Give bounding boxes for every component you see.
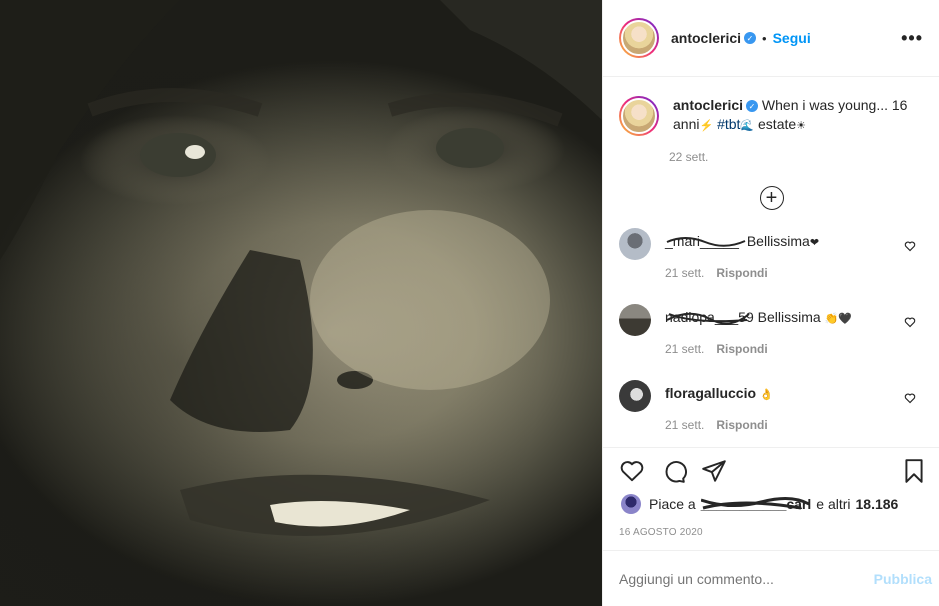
post-date[interactable]: 16 agosto 2020 bbox=[619, 527, 703, 538]
comment-like-heart-icon[interactable] bbox=[904, 316, 916, 328]
commenter-username[interactable]: floragalluccio bbox=[665, 385, 756, 401]
comment-time[interactable]: 21 sett. bbox=[665, 342, 704, 356]
post-comment-button[interactable]: Pubblica bbox=[874, 571, 932, 587]
liker-username-redacted[interactable]: ___________carl bbox=[700, 496, 811, 512]
caption-text: antoclerici ✓ When i was young... 16 anni… bbox=[673, 96, 918, 136]
redaction-scribble bbox=[666, 237, 746, 247]
caption-body-end: estate bbox=[754, 116, 797, 132]
follow-button[interactable]: Segui bbox=[773, 30, 811, 46]
reply-button[interactable]: Rispondi bbox=[716, 266, 767, 280]
author-avatar[interactable] bbox=[619, 18, 659, 58]
wave-emoji: 🌊 bbox=[740, 120, 755, 132]
load-more-comments[interactable]: + bbox=[603, 186, 939, 210]
separator-dot: • bbox=[762, 30, 767, 46]
post-photo[interactable] bbox=[0, 0, 602, 606]
comments-area[interactable]: antoclerici ✓ When i was young... 16 anni… bbox=[603, 78, 939, 448]
comment-time[interactable]: 21 sett. bbox=[665, 418, 704, 432]
likes-prefix: Piace a bbox=[649, 496, 696, 512]
caption-username[interactable]: antoclerici bbox=[673, 97, 743, 113]
comment-like-heart-icon[interactable] bbox=[904, 240, 916, 252]
redaction-scribble bbox=[700, 497, 810, 510]
sun-emoji: ☀ bbox=[796, 120, 807, 132]
verified-badge-icon: ✓ bbox=[744, 32, 757, 44]
caption-time[interactable]: 22 sett. bbox=[669, 150, 939, 164]
instagram-post-modal: antoclerici ✓ • Segui ••• antoclerici ✓ W… bbox=[0, 0, 939, 606]
comment-item: nadiopa___59 Bellissima 👏🖤 21 sett. Rispo… bbox=[603, 304, 939, 358]
author-username[interactable]: antoclerici bbox=[671, 30, 741, 46]
caption-avatar[interactable] bbox=[619, 96, 659, 136]
comment-item: floragalluccio 👌 21 sett. Rispondi bbox=[603, 380, 939, 434]
commenter-avatar[interactable] bbox=[619, 380, 651, 412]
comment-item: _mari_____ Bellissima❤ 21 sett. Rispondi bbox=[603, 228, 939, 282]
post-header: antoclerici ✓ • Segui ••• bbox=[603, 0, 939, 77]
verified-badge-icon: ✓ bbox=[746, 100, 759, 113]
comment-time[interactable]: 21 sett. bbox=[665, 266, 704, 280]
author-info: antoclerici ✓ • Segui bbox=[671, 30, 811, 46]
post-actions bbox=[619, 458, 926, 488]
ok-hand-emoji: 👌 bbox=[759, 389, 774, 401]
hashtag-link[interactable]: #tbt bbox=[717, 116, 740, 132]
redaction-scribble bbox=[666, 312, 750, 325]
lightning-emoji: ⚡ bbox=[699, 120, 714, 132]
clap-heart-emoji: 👏🖤 bbox=[824, 313, 852, 325]
commenter-username-redacted[interactable]: _mari_____ bbox=[665, 232, 746, 250]
comment-text: Bellissima bbox=[757, 309, 821, 325]
comment-input[interactable] bbox=[619, 570, 874, 587]
liker-avatar[interactable] bbox=[621, 494, 641, 514]
likes-summary: Piace a ___________carl e altri 18.186 bbox=[621, 494, 929, 514]
reply-button[interactable]: Rispondi bbox=[716, 342, 767, 356]
caption: antoclerici ✓ When i was young... 16 anni… bbox=[603, 78, 939, 136]
bookmark-icon[interactable] bbox=[901, 458, 927, 484]
comment-like-heart-icon[interactable] bbox=[904, 392, 916, 404]
comment-icon[interactable] bbox=[661, 458, 687, 484]
commenter-username-redacted[interactable]: nadiopa___59 bbox=[665, 308, 754, 326]
more-options-icon[interactable]: ••• bbox=[901, 28, 923, 49]
plus-circle-icon[interactable]: + bbox=[759, 186, 784, 210]
reply-button[interactable]: Rispondi bbox=[716, 418, 767, 432]
add-comment-bar: Pubblica bbox=[603, 550, 939, 606]
heart-emoji: ❤ bbox=[809, 237, 820, 249]
post-side-panel: antoclerici ✓ • Segui ••• antoclerici ✓ W… bbox=[602, 0, 939, 606]
likes-count[interactable]: 18.186 bbox=[856, 496, 899, 512]
heart-icon[interactable] bbox=[619, 458, 645, 484]
portrait-face-image bbox=[0, 0, 602, 606]
likes-suffix: e altri bbox=[816, 496, 851, 512]
commenter-avatar[interactable] bbox=[619, 304, 651, 336]
commenter-avatar[interactable] bbox=[619, 228, 651, 260]
share-icon[interactable] bbox=[701, 458, 727, 484]
